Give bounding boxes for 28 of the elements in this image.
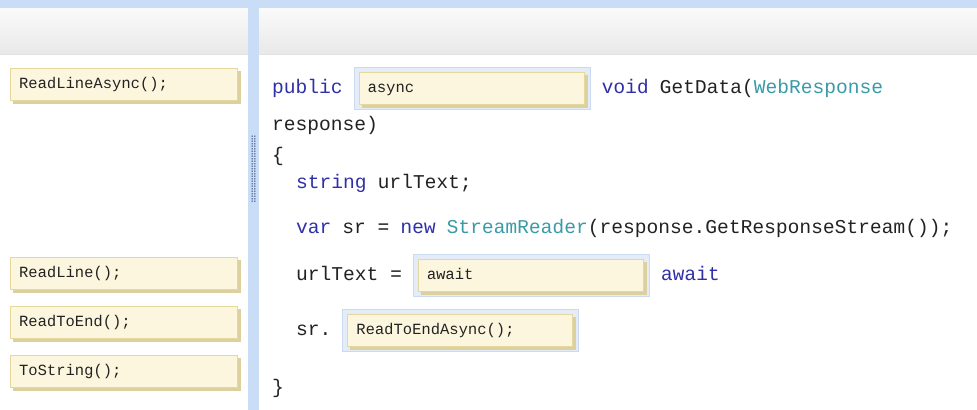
- answer-tile[interactable]: ReadLineAsync();: [10, 68, 238, 101]
- code-text: GetData(: [660, 77, 754, 100]
- code-text: sr =: [342, 217, 390, 240]
- code-text: response): [272, 114, 378, 137]
- drop-target[interactable]: await: [412, 254, 650, 297]
- code-keyword: new: [400, 217, 436, 240]
- code-text: urlText =: [296, 264, 402, 287]
- drop-target[interactable]: async: [354, 67, 591, 110]
- answer-tile[interactable]: ReadToEnd();: [10, 306, 238, 339]
- code-text: }: [272, 377, 284, 400]
- splitter-grip[interactable]: [251, 135, 256, 203]
- code-keyword: void: [602, 77, 649, 100]
- code-type-name: StreamReader: [446, 217, 588, 240]
- answer-tile[interactable]: await: [418, 259, 644, 292]
- answer-tile[interactable]: async: [358, 72, 585, 105]
- code-type-name: WebResponse: [754, 77, 884, 100]
- answer-tile[interactable]: ReadLine();: [10, 257, 238, 290]
- code-keyword: string: [296, 172, 367, 195]
- code-keyword: public: [272, 77, 343, 100]
- code-text: {: [272, 145, 284, 168]
- answer-tile[interactable]: ReadToEndAsync();: [347, 314, 574, 347]
- code-keyword: var: [296, 217, 332, 240]
- code-text: urlText;: [378, 172, 472, 195]
- drop-target[interactable]: ReadToEndAsync();: [342, 309, 580, 352]
- code-text: sr.: [296, 319, 332, 342]
- code-text: (response.GetResponseStream());: [588, 217, 952, 240]
- code-keyword: await: [660, 264, 720, 287]
- answer-tile[interactable]: ToString();: [10, 355, 238, 388]
